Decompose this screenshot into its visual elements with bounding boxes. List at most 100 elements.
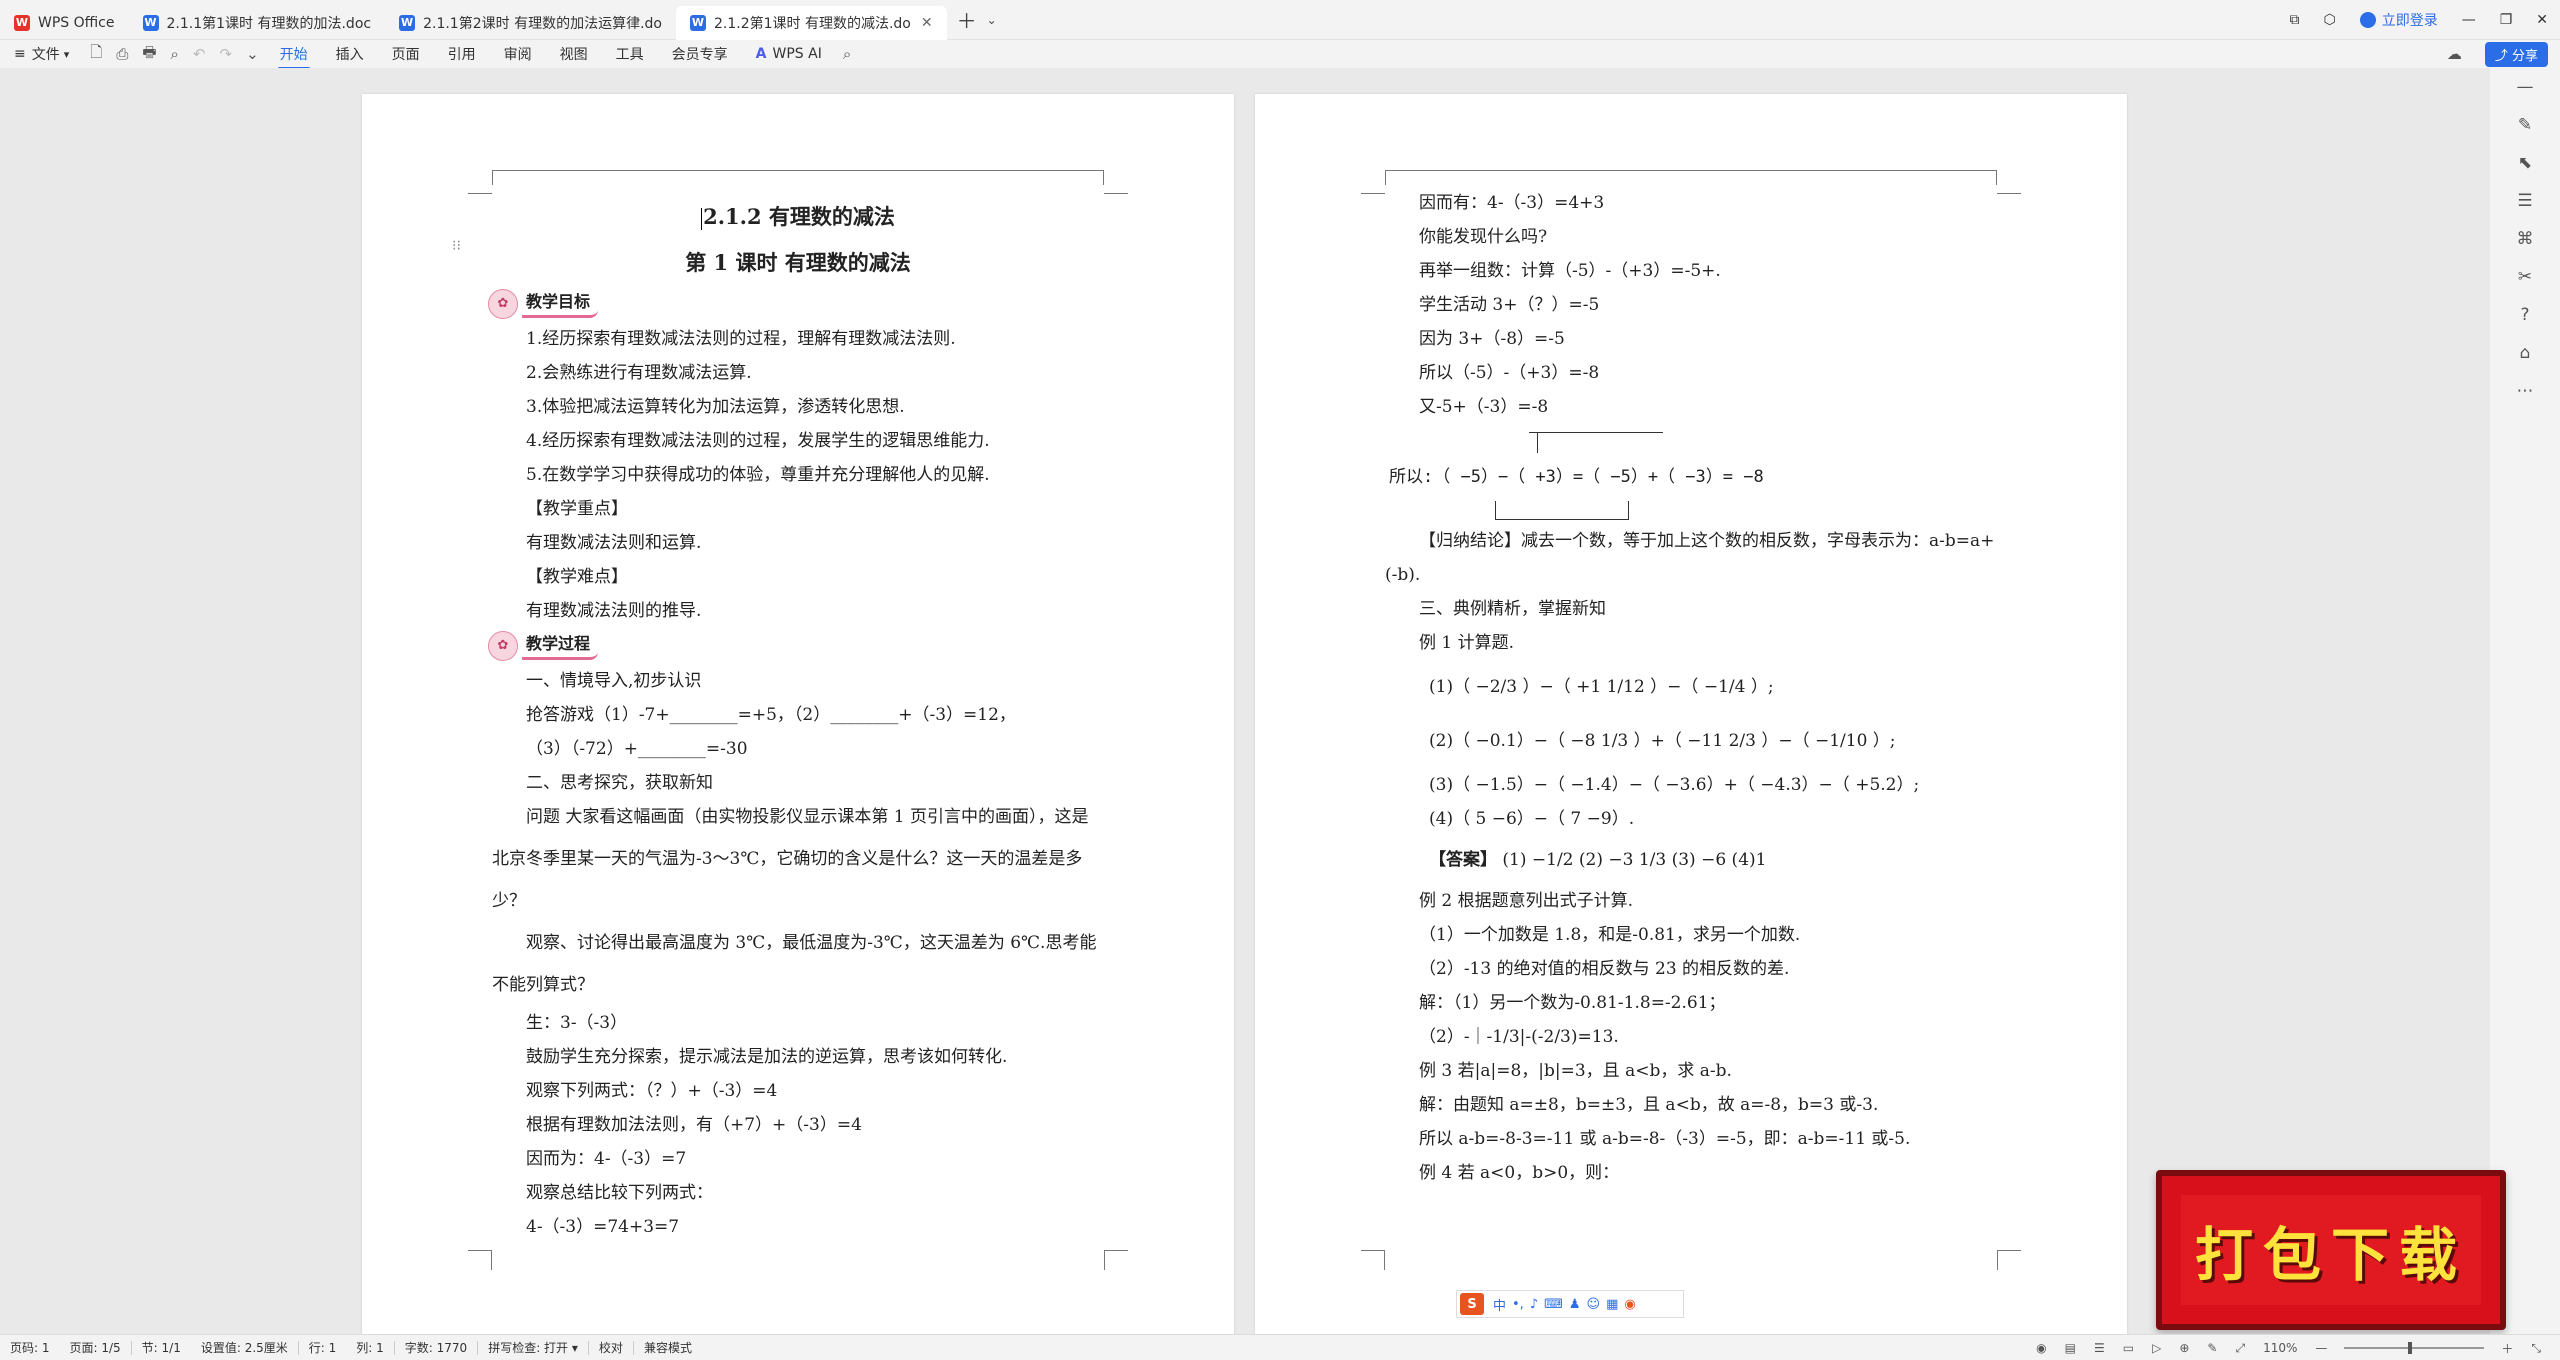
zoom-out-icon[interactable]: — <box>2315 1341 2327 1355</box>
fit-page-icon[interactable]: ⤢ <box>2235 1341 2245 1356</box>
minimize-icon[interactable]: — <box>2462 12 2476 28</box>
web-view-icon[interactable]: ▭ <box>2123 1341 2134 1355</box>
text-cursor <box>701 207 703 230</box>
body-line: 例 1 计算题. <box>1419 633 1515 653</box>
crop-mark <box>468 170 492 194</box>
print-preview-icon[interactable]: ⌕ <box>171 45 179 63</box>
header-boundary <box>1385 170 1997 185</box>
collapse-icon[interactable]: — <box>2490 68 2560 106</box>
emoji-icon[interactable]: ☺ <box>1587 1297 1601 1312</box>
body-line: （2）-13 的绝对值的相反数与 23 的相反数的差. <box>1419 959 1790 979</box>
window-layout-icon[interactable]: ⧉ <box>2289 12 2299 28</box>
document-page-2[interactable]: 因而有：4-（-3）=4+3 你能发现什么吗? 再举一组数：计算（-5）-（+3… <box>1255 94 2127 1334</box>
difficulty-text: 有理数减法法则的推导. <box>526 601 702 621</box>
more-icon[interactable]: ⋯ <box>2490 372 2560 410</box>
login-button[interactable]: 立即登录 <box>2359 10 2438 30</box>
chevron-down-icon: ▾ <box>571 1341 578 1355</box>
status-spell-check[interactable]: 拼写检查: 打开 ▾ <box>488 1339 578 1356</box>
outline-view-icon[interactable]: ☰ <box>2094 1341 2105 1355</box>
save-icon[interactable]: 🗋 <box>90 42 102 67</box>
menu-view[interactable]: 视图 <box>560 44 588 64</box>
edit-pen-icon[interactable]: ✎ <box>2490 106 2560 144</box>
microphone-icon[interactable]: ♪ <box>1530 1297 1538 1312</box>
menu-review[interactable]: 审阅 <box>504 44 532 64</box>
skin-icon[interactable]: ♟ <box>1569 1297 1581 1312</box>
formula-bracket-top <box>1529 432 1663 456</box>
menu-tools[interactable]: 工具 <box>616 44 644 64</box>
cloud-sync-icon[interactable]: ☁ <box>2447 45 2462 63</box>
select-cursor-icon[interactable]: ⬉ <box>2490 144 2560 182</box>
zoom-level[interactable]: 110% <box>2263 1341 2297 1355</box>
status-word-count[interactable]: 字数: 1770 <box>405 1339 467 1356</box>
file-menu-button[interactable]: ≡ 文件 ▾ <box>14 44 69 64</box>
help-icon[interactable]: ? <box>2490 296 2560 334</box>
document-canvas[interactable]: ⁝⁝ 2.1.2 有理数的减法 第 1 课时 有理数的减法 ✿ 教学目标 1.经… <box>0 68 2490 1334</box>
crop-mark <box>468 1250 492 1270</box>
wps-ai-label: WPS AI <box>772 46 822 62</box>
more-chevron-icon[interactable]: ⌄ <box>246 45 259 63</box>
zoom-in-icon[interactable]: ＋ <box>2501 1340 2513 1357</box>
ime-mode[interactable]: 中 <box>1493 1295 1506 1314</box>
settings-icon[interactable]: ◉ <box>1624 1297 1635 1312</box>
fullscreen-icon[interactable]: ⤡ <box>2531 1341 2541 1356</box>
menu-home[interactable]: 开始 <box>277 44 310 70</box>
close-tab-icon[interactable]: ✕ <box>921 15 933 31</box>
print-icon[interactable]: 🖶 <box>142 42 156 67</box>
tab-doc-3-active[interactable]: W 2.1.2第1课时 有理数的减法.do ✕ <box>675 5 947 40</box>
crop-mark <box>1361 1250 1385 1270</box>
tab-doc-2[interactable]: W 2.1.1第2课时 有理数的加法运算律.do <box>385 6 676 40</box>
body-line: 解：由题知 a=±8，b=±3，且 a<b，故 a=-8，b=3 或-3. <box>1419 1095 1879 1115</box>
restore-window-icon[interactable]: ❐ <box>2500 12 2513 28</box>
menu-reference[interactable]: 引用 <box>448 44 476 64</box>
status-pages[interactable]: 页面: 1/5 <box>70 1339 121 1356</box>
zoom-slider[interactable] <box>2344 1342 2485 1354</box>
tools-icon[interactable]: ✂ <box>2490 258 2560 296</box>
status-page-number[interactable]: 页码: 1 <box>10 1339 50 1356</box>
body-line: 三、典例精析，掌握新知 <box>1419 599 1606 619</box>
menu-member[interactable]: 会员专享 <box>672 44 728 64</box>
status-setting: 设置值: 2.5厘米 <box>200 1341 288 1355</box>
body-line: 二、思考探究，获取新知 <box>526 773 713 793</box>
tab-label: 2.1.2第1课时 有理数的减法.do <box>713 15 911 32</box>
menu-page[interactable]: 页面 <box>392 44 420 64</box>
section-mascot-icon: ✿ <box>488 631 518 661</box>
word-doc-icon: W <box>142 14 159 31</box>
eye-protection-icon[interactable]: ◉ <box>2036 1341 2046 1355</box>
toolbox-icon[interactable]: ▦ <box>1606 1297 1618 1312</box>
document-page-1[interactable]: ⁝⁝ 2.1.2 有理数的减法 第 1 课时 有理数的减法 ✿ 教学目标 1.经… <box>362 94 1234 1334</box>
export-pdf-icon[interactable]: ⎙ <box>116 45 128 63</box>
punctuation-icon[interactable]: •, <box>1512 1297 1524 1312</box>
keyboard-icon[interactable]: ⌨ <box>1544 1297 1563 1312</box>
download-promo-banner[interactable]: 打包下载 <box>2156 1170 2506 1330</box>
translate-icon[interactable]: ⌘ <box>2490 220 2560 258</box>
tab-wps-office[interactable]: W WPS Office <box>0 6 129 40</box>
tab-doc-1[interactable]: W 2.1.1第1课时 有理数的加法.doc <box>129 6 386 40</box>
play-icon[interactable]: ▷ <box>2152 1341 2161 1355</box>
body-line: 所以 a-b=-8-3=-11 或 a-b=-8-（-3）=-5，即：a-b=-… <box>1419 1129 1911 1149</box>
tab-list-chevron-icon[interactable]: ⌄ <box>987 13 997 27</box>
globe-icon[interactable]: ⊕ <box>2179 1341 2189 1355</box>
body-line: 解：（1）另一个数为-0.81-1.8=-2.61； <box>1419 993 1726 1013</box>
wps-ai-button[interactable]: A WPS AI <box>756 46 822 62</box>
body-line: 生：3-（-3） <box>526 1013 628 1033</box>
shirt-icon[interactable]: ⌂ <box>2490 334 2560 372</box>
page-view-icon[interactable]: ▤ <box>2065 1341 2076 1355</box>
status-col: 列: 1 <box>356 1341 384 1355</box>
settings-sliders-icon[interactable]: ☰ <box>2490 182 2560 220</box>
paragraph-drag-handle-icon[interactable]: ⁝⁝ <box>452 238 461 254</box>
page-2-body: 因而有：4-（-3）=4+3 你能发现什么吗? 再举一组数：计算（-5）-（+3… <box>1385 186 1997 1190</box>
tab-label: 2.1.1第2课时 有理数的加法运算律.do <box>423 15 662 32</box>
body-line: 例 2 根据题意列出式子计算. <box>1419 891 1634 911</box>
cube-icon[interactable]: ⬡ <box>2323 12 2335 28</box>
close-window-icon[interactable]: ✕ <box>2536 12 2548 28</box>
status-separator <box>632 1340 634 1355</box>
ime-toolbar[interactable]: S 中 •, ♪ ⌨ ♟ ☺ ▦ ◉ <box>1456 1290 1684 1318</box>
search-icon[interactable]: ⌕ <box>843 45 851 63</box>
new-tab-plus-icon[interactable]: ＋ <box>957 5 977 34</box>
status-proofread[interactable]: 校对 <box>599 1339 623 1356</box>
undo-icon[interactable]: ↶ <box>193 45 206 63</box>
share-button[interactable]: ⤴ 分享 <box>2484 41 2548 67</box>
pen-icon[interactable]: ✎ <box>2207 1341 2217 1355</box>
redo-icon[interactable]: ↷ <box>220 45 233 63</box>
menu-insert[interactable]: 插入 <box>336 44 364 64</box>
